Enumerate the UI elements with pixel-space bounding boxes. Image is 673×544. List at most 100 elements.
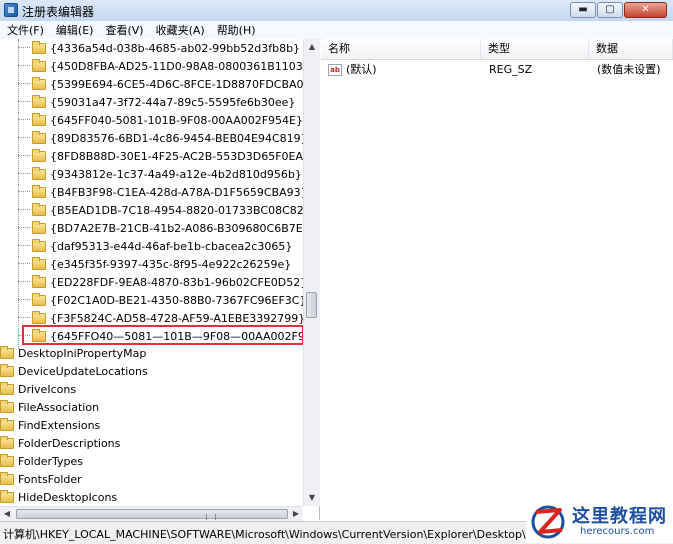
menu-help[interactable]: 帮助(H) bbox=[210, 22, 261, 38]
watermark-url: herecours.com bbox=[580, 526, 655, 537]
folder-icon bbox=[32, 256, 46, 270]
tree-item-label: HideDesktopIcons bbox=[18, 490, 118, 504]
folder-icon bbox=[0, 345, 14, 359]
watermark: 这里教程网 herecours.com bbox=[526, 498, 673, 543]
column-type[interactable]: 类型 bbox=[481, 39, 589, 59]
menu-edit[interactable]: 编辑(E) bbox=[49, 22, 99, 38]
tree-item[interactable]: {5399E694-6CE5-4D6C-8FCE-1D8870FDCBA0} bbox=[18, 75, 311, 93]
regedit-app-icon bbox=[4, 3, 18, 17]
close-button[interactable]: ✕ bbox=[624, 2, 667, 18]
folder-icon bbox=[0, 453, 14, 467]
tree-item[interactable]: {e345f35f-9397-435c-8f95-4e922c26259e} bbox=[18, 255, 291, 273]
tree-item[interactable]: {8FD8B88D-30E1-4F25-AC2B-553D3D65F0EA} bbox=[18, 147, 310, 165]
tree-item-label: {e345f35f-9397-435c-8f95-4e922c26259e} bbox=[50, 257, 292, 271]
tree-item-label: DeviceUpdateLocations bbox=[18, 364, 148, 378]
tree-item-label: FolderTypes bbox=[18, 454, 83, 468]
minimize-button[interactable]: ▬ bbox=[570, 2, 596, 18]
folder-icon bbox=[32, 238, 46, 252]
folder-icon bbox=[32, 220, 46, 234]
tree-item[interactable]: {89D83576-6BD1-4c86-9454-BEB04E94C819} bbox=[18, 129, 308, 147]
tree-item-label: {B5EAD1DB-7C18-4954-8820-01733BC08C82} bbox=[50, 203, 311, 217]
menu-file[interactable]: 文件(F) bbox=[0, 22, 49, 38]
tree-item[interactable]: FolderDescriptions bbox=[0, 434, 120, 452]
tree-item-label: {F3F5824C-AD58-4728-AF59-A1EBE3392799} bbox=[50, 311, 306, 325]
value-data: (数值未设置) bbox=[597, 63, 661, 76]
scroll-thumb[interactable] bbox=[306, 292, 317, 318]
value-list-pane: 名称 类型 数据 ab (默认) REG_SZ (数值未设置) bbox=[321, 39, 673, 520]
scroll-down-icon[interactable]: ▼ bbox=[304, 490, 320, 506]
tree-item-label: DesktopIniPropertyMap bbox=[18, 346, 147, 360]
hscroll-thumb[interactable] bbox=[16, 509, 288, 520]
folder-icon bbox=[32, 130, 46, 144]
tree-item-label: {9343812e-1c37-4a49-a12e-4b2d810d956b} bbox=[50, 167, 302, 181]
folder-icon bbox=[0, 489, 14, 503]
tree-item-label: {daf95313-e44d-46af-be1b-cbacea2c3065} bbox=[50, 239, 293, 253]
tree-item[interactable]: {59031a47-3f72-44a7-89c5-5595fe6b30ee} bbox=[18, 93, 295, 111]
tree-item-label: {BD7A2E7B-21CB-41b2-A086-B309680C6B7E} bbox=[50, 221, 310, 235]
column-data[interactable]: 数据 bbox=[589, 39, 673, 59]
tree-item-label: {ED228FDF-9EA8-4870-83b1-96b02CFE0D52} bbox=[50, 275, 308, 289]
tree-item-label: {F02C1A0D-BE21-4350-88B0-7367FC96EF3C} bbox=[50, 293, 307, 307]
tree-item[interactable]: DriveIcons bbox=[0, 380, 76, 398]
tree-item[interactable]: DesktopIniPropertyMap bbox=[0, 344, 146, 362]
folder-icon bbox=[32, 202, 46, 216]
folder-icon bbox=[32, 274, 46, 288]
column-name[interactable]: 名称 bbox=[321, 39, 481, 59]
scroll-left-icon[interactable]: ◀ bbox=[0, 507, 14, 521]
window-title: 注册表编辑器 bbox=[22, 5, 95, 19]
value-name: (默认) bbox=[346, 63, 377, 76]
tree-item-label: FontsFolder bbox=[18, 472, 82, 486]
tree-item[interactable]: {BD7A2E7B-21CB-41b2-A086-B309680C6B7E} bbox=[18, 219, 310, 237]
folder-icon bbox=[32, 112, 46, 126]
tree-item[interactable]: FontsFolder bbox=[0, 470, 82, 488]
tree-item[interactable]: HideDesktopIcons bbox=[0, 488, 117, 506]
tree-item[interactable]: {645FF040-5081-101B-9F08-00AA002F954E} bbox=[18, 111, 303, 129]
tree-item[interactable]: {9343812e-1c37-4a49-a12e-4b2d810d956b} bbox=[18, 165, 302, 183]
folder-icon bbox=[32, 184, 46, 198]
tree-item-label: {B4FB3F98-C1EA-428d-A78A-D1F5659CBA93} bbox=[50, 185, 308, 199]
maximize-button[interactable]: ▢ bbox=[597, 2, 623, 18]
scroll-up-icon[interactable]: ▲ bbox=[304, 39, 320, 55]
menu-bar: 文件(F) 编辑(E) 查看(V) 收藏夹(A) 帮助(H) bbox=[0, 21, 673, 40]
tree-vertical-scrollbar[interactable]: ▲ ▼ bbox=[303, 39, 320, 506]
tree-horizontal-scrollbar[interactable]: ◀ ▶ bbox=[0, 506, 303, 521]
menu-favorites[interactable]: 收藏夹(A) bbox=[149, 22, 210, 38]
tree-item-label: {8FD8B88D-30E1-4F25-AC2B-553D3D65F0EA} bbox=[50, 149, 310, 163]
folder-icon bbox=[0, 417, 14, 431]
tree-item[interactable]: FindExtensions bbox=[0, 416, 100, 434]
tree-item-label: {645FF040-5081-101B-9F08-00AA002F954E} bbox=[50, 113, 303, 127]
folder-icon bbox=[0, 399, 14, 413]
tree-item[interactable]: {450D8FBA-AD25-11D0-98A8-0800361B1103} bbox=[18, 57, 310, 75]
grip-icon bbox=[206, 514, 216, 520]
tree-item[interactable]: {ED228FDF-9EA8-4870-83b1-96b02CFE0D52} bbox=[18, 273, 307, 291]
folder-icon bbox=[32, 166, 46, 180]
folder-icon bbox=[32, 94, 46, 108]
menu-view[interactable]: 查看(V) bbox=[98, 22, 148, 38]
folder-icon bbox=[0, 381, 14, 395]
tree-item-label: {59031a47-3f72-44a7-89c5-5595fe6b30ee} bbox=[50, 95, 296, 109]
tree-item[interactable]: {daf95313-e44d-46af-be1b-cbacea2c3065} bbox=[18, 237, 292, 255]
tree-item-label: {89D83576-6BD1-4c86-9454-BEB04E94C819} bbox=[50, 131, 308, 145]
folder-icon bbox=[32, 58, 46, 72]
tree-item[interactable]: {4336a54d-038b-4685-ab02-99bb52d3fb8b} bbox=[18, 39, 300, 57]
tree-item[interactable]: DeviceUpdateLocations bbox=[0, 362, 148, 380]
tree-item[interactable]: FileAssociation bbox=[0, 398, 99, 416]
tree-item[interactable]: FolderTypes bbox=[0, 452, 83, 470]
list-item[interactable]: ab (默认) REG_SZ (数值未设置) bbox=[321, 61, 673, 79]
folder-icon bbox=[32, 292, 46, 306]
tree-item[interactable]: {B5EAD1DB-7C18-4954-8820-01733BC08C82} bbox=[18, 201, 311, 219]
tree-item-label: {5399E694-6CE5-4D6C-8FCE-1D8870FDCBA0} bbox=[50, 77, 311, 91]
highlight-box bbox=[22, 325, 304, 345]
tree-item[interactable]: {F02C1A0D-BE21-4350-88B0-7367FC96EF3C} bbox=[18, 291, 306, 309]
folder-icon bbox=[32, 310, 46, 324]
tree-item-label: FileAssociation bbox=[18, 400, 100, 414]
string-value-icon: ab bbox=[328, 64, 342, 76]
watermark-title: 这里教程网 bbox=[572, 506, 667, 527]
tree-item[interactable]: {B4FB3F98-C1EA-428d-A78A-D1F5659CBA93} bbox=[18, 183, 308, 201]
tree-item-label: FindExtensions bbox=[18, 418, 101, 432]
folder-icon bbox=[0, 363, 14, 377]
tree-item-label: FolderDescriptions bbox=[18, 436, 121, 450]
scroll-right-icon[interactable]: ▶ bbox=[289, 507, 303, 521]
folder-icon bbox=[32, 76, 46, 90]
value-type: REG_SZ bbox=[489, 63, 533, 76]
